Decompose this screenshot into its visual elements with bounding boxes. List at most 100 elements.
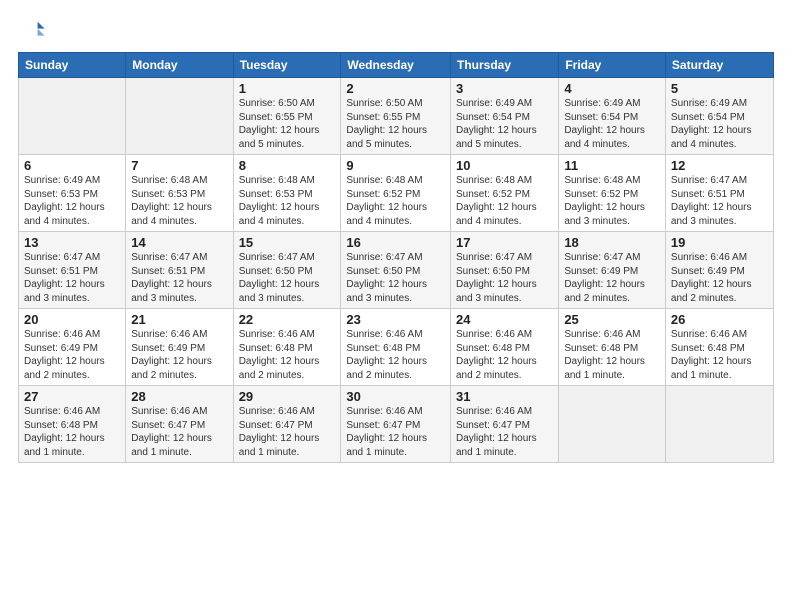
logo-icon (18, 16, 46, 44)
page: SundayMondayTuesdayWednesdayThursdayFrid… (0, 0, 792, 612)
weekday-header-wednesday: Wednesday (341, 53, 451, 78)
day-info: Sunrise: 6:48 AM Sunset: 6:52 PM Dayligh… (346, 174, 445, 228)
day-info: Sunrise: 6:46 AM Sunset: 6:49 PM Dayligh… (131, 328, 227, 382)
day-info: Sunrise: 6:46 AM Sunset: 6:47 PM Dayligh… (239, 405, 336, 459)
calendar-cell: 25Sunrise: 6:46 AM Sunset: 6:48 PM Dayli… (559, 309, 666, 386)
calendar-cell: 3Sunrise: 6:49 AM Sunset: 6:54 PM Daylig… (450, 78, 558, 155)
weekday-header-tuesday: Tuesday (233, 53, 341, 78)
calendar-cell: 5Sunrise: 6:49 AM Sunset: 6:54 PM Daylig… (665, 78, 773, 155)
weekday-header-friday: Friday (559, 53, 666, 78)
day-info: Sunrise: 6:46 AM Sunset: 6:48 PM Dayligh… (564, 328, 660, 382)
calendar-cell: 16Sunrise: 6:47 AM Sunset: 6:50 PM Dayli… (341, 232, 451, 309)
calendar-cell: 13Sunrise: 6:47 AM Sunset: 6:51 PM Dayli… (19, 232, 126, 309)
day-number: 28 (131, 389, 227, 404)
day-number: 20 (24, 312, 120, 327)
day-number: 27 (24, 389, 120, 404)
day-info: Sunrise: 6:46 AM Sunset: 6:48 PM Dayligh… (456, 328, 553, 382)
day-number: 22 (239, 312, 336, 327)
day-number: 4 (564, 81, 660, 96)
calendar-cell: 2Sunrise: 6:50 AM Sunset: 6:55 PM Daylig… (341, 78, 451, 155)
day-info: Sunrise: 6:49 AM Sunset: 6:54 PM Dayligh… (671, 97, 768, 151)
calendar-cell: 26Sunrise: 6:46 AM Sunset: 6:48 PM Dayli… (665, 309, 773, 386)
day-number: 21 (131, 312, 227, 327)
calendar-cell: 21Sunrise: 6:46 AM Sunset: 6:49 PM Dayli… (126, 309, 233, 386)
day-info: Sunrise: 6:46 AM Sunset: 6:48 PM Dayligh… (671, 328, 768, 382)
day-number: 1 (239, 81, 336, 96)
day-number: 11 (564, 158, 660, 173)
weekday-header-monday: Monday (126, 53, 233, 78)
day-number: 23 (346, 312, 445, 327)
weekday-header-row: SundayMondayTuesdayWednesdayThursdayFrid… (19, 53, 774, 78)
day-info: Sunrise: 6:49 AM Sunset: 6:54 PM Dayligh… (456, 97, 553, 151)
day-info: Sunrise: 6:48 AM Sunset: 6:53 PM Dayligh… (239, 174, 336, 228)
day-info: Sunrise: 6:46 AM Sunset: 6:48 PM Dayligh… (239, 328, 336, 382)
day-info: Sunrise: 6:50 AM Sunset: 6:55 PM Dayligh… (239, 97, 336, 151)
day-number: 16 (346, 235, 445, 250)
calendar-cell (19, 78, 126, 155)
day-number: 14 (131, 235, 227, 250)
day-number: 30 (346, 389, 445, 404)
weekday-header-saturday: Saturday (665, 53, 773, 78)
day-info: Sunrise: 6:50 AM Sunset: 6:55 PM Dayligh… (346, 97, 445, 151)
day-info: Sunrise: 6:46 AM Sunset: 6:47 PM Dayligh… (346, 405, 445, 459)
day-number: 12 (671, 158, 768, 173)
day-number: 19 (671, 235, 768, 250)
weekday-header-sunday: Sunday (19, 53, 126, 78)
calendar-week-2: 6Sunrise: 6:49 AM Sunset: 6:53 PM Daylig… (19, 155, 774, 232)
day-info: Sunrise: 6:46 AM Sunset: 6:47 PM Dayligh… (456, 405, 553, 459)
day-info: Sunrise: 6:48 AM Sunset: 6:53 PM Dayligh… (131, 174, 227, 228)
calendar-cell: 18Sunrise: 6:47 AM Sunset: 6:49 PM Dayli… (559, 232, 666, 309)
calendar-week-3: 13Sunrise: 6:47 AM Sunset: 6:51 PM Dayli… (19, 232, 774, 309)
calendar-cell: 15Sunrise: 6:47 AM Sunset: 6:50 PM Dayli… (233, 232, 341, 309)
day-number: 26 (671, 312, 768, 327)
calendar-cell (665, 386, 773, 463)
calendar-cell: 27Sunrise: 6:46 AM Sunset: 6:48 PM Dayli… (19, 386, 126, 463)
day-number: 10 (456, 158, 553, 173)
day-info: Sunrise: 6:49 AM Sunset: 6:54 PM Dayligh… (564, 97, 660, 151)
header (18, 16, 774, 44)
day-info: Sunrise: 6:47 AM Sunset: 6:49 PM Dayligh… (564, 251, 660, 305)
day-number: 15 (239, 235, 336, 250)
day-number: 8 (239, 158, 336, 173)
calendar-cell: 8Sunrise: 6:48 AM Sunset: 6:53 PM Daylig… (233, 155, 341, 232)
day-number: 29 (239, 389, 336, 404)
day-number: 5 (671, 81, 768, 96)
calendar-cell: 24Sunrise: 6:46 AM Sunset: 6:48 PM Dayli… (450, 309, 558, 386)
day-info: Sunrise: 6:47 AM Sunset: 6:51 PM Dayligh… (24, 251, 120, 305)
day-number: 3 (456, 81, 553, 96)
calendar-cell: 17Sunrise: 6:47 AM Sunset: 6:50 PM Dayli… (450, 232, 558, 309)
calendar-cell: 30Sunrise: 6:46 AM Sunset: 6:47 PM Dayli… (341, 386, 451, 463)
day-number: 6 (24, 158, 120, 173)
day-number: 13 (24, 235, 120, 250)
calendar-cell (126, 78, 233, 155)
day-info: Sunrise: 6:47 AM Sunset: 6:50 PM Dayligh… (239, 251, 336, 305)
day-number: 9 (346, 158, 445, 173)
day-info: Sunrise: 6:46 AM Sunset: 6:49 PM Dayligh… (671, 251, 768, 305)
calendar-cell: 28Sunrise: 6:46 AM Sunset: 6:47 PM Dayli… (126, 386, 233, 463)
day-info: Sunrise: 6:46 AM Sunset: 6:47 PM Dayligh… (131, 405, 227, 459)
day-number: 31 (456, 389, 553, 404)
day-number: 24 (456, 312, 553, 327)
day-info: Sunrise: 6:48 AM Sunset: 6:52 PM Dayligh… (456, 174, 553, 228)
day-info: Sunrise: 6:47 AM Sunset: 6:50 PM Dayligh… (346, 251, 445, 305)
day-info: Sunrise: 6:49 AM Sunset: 6:53 PM Dayligh… (24, 174, 120, 228)
day-number: 25 (564, 312, 660, 327)
calendar-cell: 23Sunrise: 6:46 AM Sunset: 6:48 PM Dayli… (341, 309, 451, 386)
day-info: Sunrise: 6:48 AM Sunset: 6:52 PM Dayligh… (564, 174, 660, 228)
day-info: Sunrise: 6:47 AM Sunset: 6:50 PM Dayligh… (456, 251, 553, 305)
calendar-cell: 12Sunrise: 6:47 AM Sunset: 6:51 PM Dayli… (665, 155, 773, 232)
calendar-cell: 22Sunrise: 6:46 AM Sunset: 6:48 PM Dayli… (233, 309, 341, 386)
calendar-week-1: 1Sunrise: 6:50 AM Sunset: 6:55 PM Daylig… (19, 78, 774, 155)
calendar-cell: 11Sunrise: 6:48 AM Sunset: 6:52 PM Dayli… (559, 155, 666, 232)
calendar-cell: 14Sunrise: 6:47 AM Sunset: 6:51 PM Dayli… (126, 232, 233, 309)
day-info: Sunrise: 6:46 AM Sunset: 6:48 PM Dayligh… (346, 328, 445, 382)
day-number: 2 (346, 81, 445, 96)
calendar-cell: 4Sunrise: 6:49 AM Sunset: 6:54 PM Daylig… (559, 78, 666, 155)
weekday-header-thursday: Thursday (450, 53, 558, 78)
day-number: 18 (564, 235, 660, 250)
calendar-week-4: 20 Sunrise: 6:46 AM Sunset: 6:49 PM Dayli… (19, 309, 774, 386)
logo (18, 16, 50, 44)
calendar-cell: 7Sunrise: 6:48 AM Sunset: 6:53 PM Daylig… (126, 155, 233, 232)
calendar-cell (559, 386, 666, 463)
calendar-cell: 31Sunrise: 6:46 AM Sunset: 6:47 PM Dayli… (450, 386, 558, 463)
